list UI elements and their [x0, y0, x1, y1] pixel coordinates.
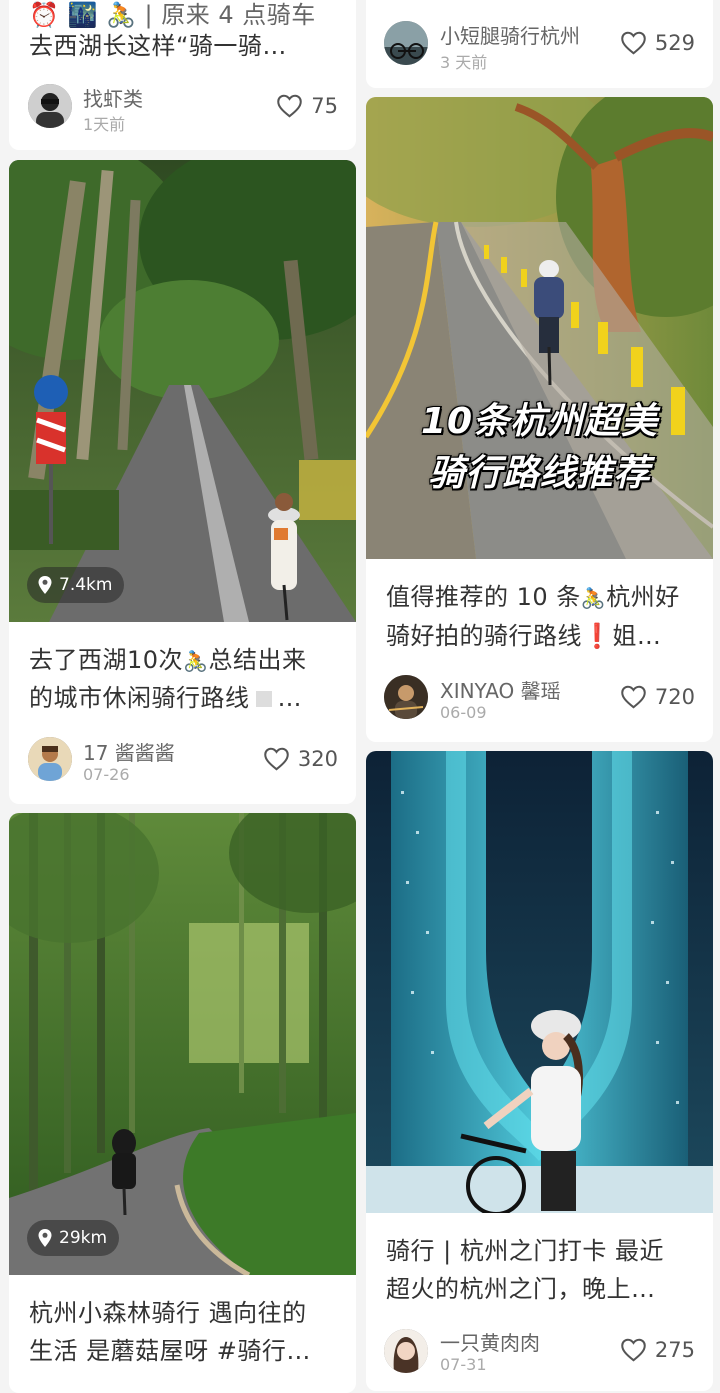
post-time: 07-31 [440, 1355, 487, 1374]
note-title-line: ⏰ 🌃 🚴 | 原来 4 点骑车 [29, 1, 316, 29]
like-count: 75 [311, 93, 338, 118]
note-card[interactable]: 骑行 | 杭州之门打卡 最近 超火的杭州之门，晚上… 一只黄肉肉 07-31 2… [366, 751, 713, 1391]
cover-image[interactable] [366, 751, 713, 1213]
avatar[interactable] [384, 675, 428, 719]
heart-outline-icon [277, 94, 303, 118]
note-title-part: … [277, 684, 302, 712]
note-title: 杭州小森林骑行 遇向往的 [29, 1294, 340, 1333]
placeholder-glyph-icon [255, 691, 272, 707]
note-title: 骑行 | 杭州之门打卡 最近 [386, 1232, 697, 1271]
note-card[interactable]: ⏰ 🌃 🚴 | 原来 4 点骑车 去西湖长这样“骑一骑… 找虾类 1天前 75 [9, 0, 356, 150]
location-pin-icon [38, 1229, 52, 1247]
like-count: 720 [654, 684, 695, 709]
note-title-part: 骑好拍的骑行路线 [386, 622, 582, 650]
note-title-part: 姐… [612, 622, 662, 650]
note-title: 骑好拍的骑行路线❗姐… [386, 617, 697, 656]
author-name[interactable]: 找虾类 [83, 83, 143, 112]
cover-overlay-title: 10条杭州超美 [420, 401, 659, 442]
like-count: 275 [654, 1337, 695, 1362]
author-name[interactable]: 小短腿骑行杭州 [440, 20, 580, 49]
cover-image[interactable]: 7.4km [9, 160, 356, 622]
note-title: 超火的杭州之门，晚上… [386, 1270, 697, 1309]
note-card[interactable]: 10条杭州超美 骑行路线推荐 值得推荐的 10 条🚴杭州好 骑好拍的骑行路线❗姐… [366, 97, 713, 742]
bicycle-emoji-icon: 🚴 [183, 649, 209, 673]
like-button[interactable]: 75 [276, 93, 338, 118]
like-count: 320 [297, 746, 338, 771]
exclamation-mark-icon: ❗ [582, 622, 613, 650]
post-time: 07-26 [83, 765, 130, 784]
note-title-line: 杭州小森林骑行 遇向往的 [29, 1299, 307, 1327]
like-button[interactable]: 275 [620, 1337, 695, 1362]
cover-image[interactable]: 29km [9, 813, 356, 1275]
distance-value: 29km [59, 1228, 108, 1248]
heart-outline-icon [264, 747, 289, 771]
avatar[interactable] [384, 1329, 428, 1373]
note-title-part: 杭州好 [606, 583, 680, 611]
distance-value: 7.4km [59, 575, 113, 595]
avatar[interactable] [28, 84, 72, 128]
note-title-part: 值得推荐的 10 条 [386, 583, 581, 611]
note-title-part: 的城市休闲骑行路线 [29, 684, 250, 712]
distance-badge: 7.4km [27, 567, 125, 603]
note-title-line: 骑行 | 杭州之门打卡 最近 [386, 1237, 664, 1265]
author-name[interactable]: 一只黄肉肉 [440, 1327, 540, 1356]
note-title-part: 去了西湖10次 [29, 646, 184, 674]
note-title: 生活 是蘑菇屋呀 #骑行… [29, 1332, 340, 1371]
note-title-part: 总结出来 [208, 646, 307, 674]
note-card[interactable]: 7.4km 去了西湖10次🚴总结出来 的城市休闲骑行路线 … 17 酱酱酱 07-… [9, 160, 356, 804]
note-title: 去了西湖10次🚴总结出来 [29, 641, 340, 681]
cover-overlay-title: 骑行路线推荐 [428, 453, 651, 494]
note-title: 的城市休闲骑行路线 … [29, 679, 340, 718]
post-time: 06-09 [440, 703, 487, 722]
distance-badge: 29km [27, 1220, 120, 1256]
note-title-line: 超火的杭州之门，晚上… [386, 1275, 656, 1303]
note-card[interactable]: 29km 杭州小森林骑行 遇向往的 生活 是蘑菇屋呀 #骑行… [9, 813, 356, 1393]
note-title-line: 生活 是蘑菇屋呀 #骑行… [29, 1337, 311, 1365]
like-count: 529 [654, 30, 695, 55]
avatar[interactable] [28, 737, 72, 781]
note-title-line: 去西湖长这样“骑一骑… [29, 32, 287, 60]
author-name[interactable]: XINYAO 馨瑶 [440, 675, 561, 704]
cover-image[interactable]: 10条杭州超美 骑行路线推荐 [366, 97, 713, 559]
heart-outline-icon [621, 1338, 646, 1362]
like-button[interactable]: 720 [620, 684, 695, 709]
note-title: 去西湖长这样“骑一骑… [29, 27, 340, 66]
post-time: 1天前 [83, 115, 126, 134]
note-card[interactable]: 小短腿骑行杭州 3 天前 529 [366, 0, 713, 88]
like-button[interactable]: 529 [620, 30, 695, 55]
note-title: 值得推荐的 10 条🚴杭州好 [386, 578, 697, 618]
location-pin-icon [38, 576, 52, 594]
post-time: 3 天前 [440, 53, 488, 72]
avatar[interactable] [384, 21, 428, 65]
heart-outline-icon [621, 31, 646, 55]
heart-outline-icon [621, 685, 646, 709]
bicycle-emoji-icon: 🚴 [580, 586, 607, 610]
author-name[interactable]: 17 酱酱酱 [83, 737, 175, 766]
like-button[interactable]: 320 [263, 746, 338, 771]
